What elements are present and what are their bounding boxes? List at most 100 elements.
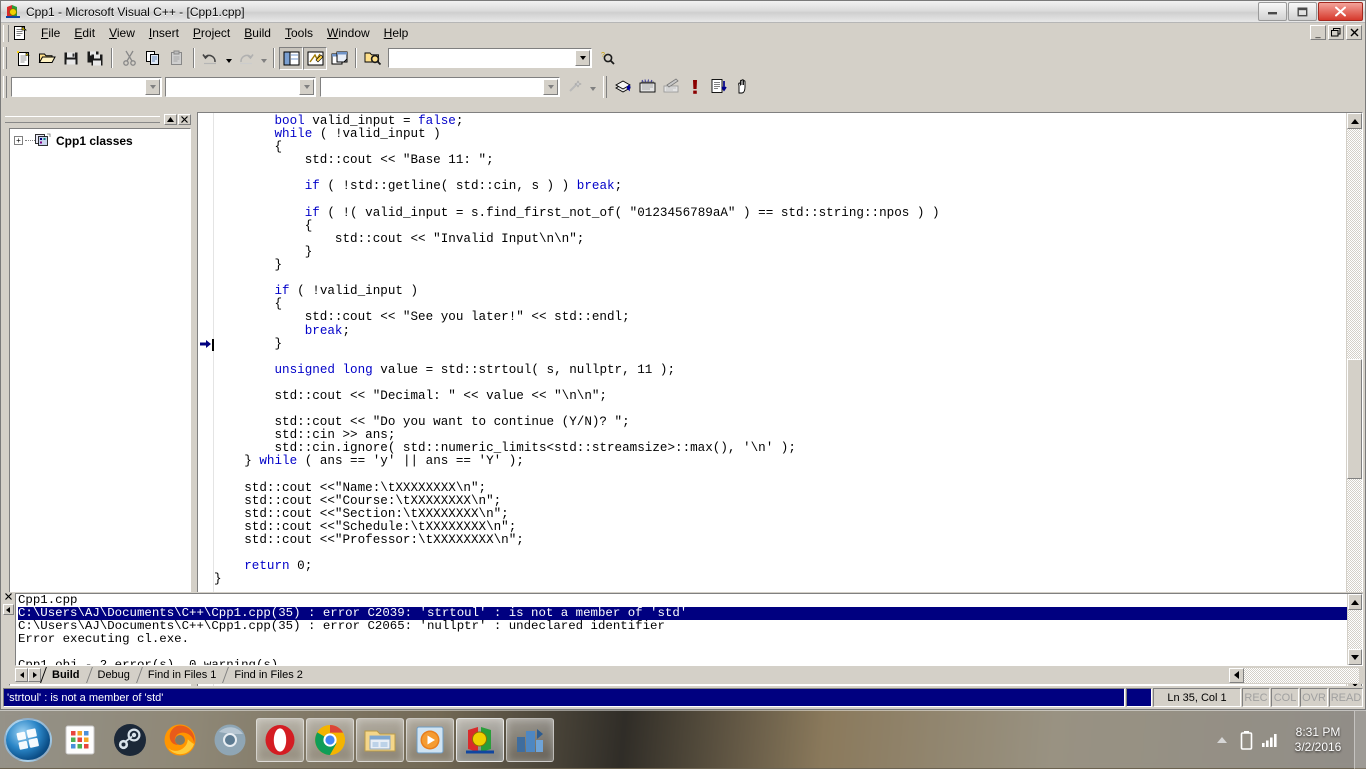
start-orb-icon[interactable]: [4, 718, 52, 762]
status-cursor-position: Ln 35, Col 1: [1153, 688, 1241, 707]
wizardbar-drag-grip[interactable]: [3, 76, 7, 98]
wizardbar-class-combo[interactable]: [11, 77, 162, 97]
undo-dropdown-arrow[interactable]: [223, 47, 234, 70]
show-desktop-button[interactable]: [1354, 711, 1366, 769]
standard-toolbar: ?: [1, 44, 1365, 73]
wizardbar-class-dropdown[interactable]: [145, 79, 160, 95]
workspace-icon[interactable]: [279, 47, 303, 70]
wizardbar-member-dropdown[interactable]: [543, 79, 558, 95]
redo-icon[interactable]: [234, 47, 258, 70]
signal-bars-icon[interactable]: [1258, 718, 1282, 762]
window-list-icon[interactable]: [327, 47, 351, 70]
redo-dropdown-arrow[interactable]: [258, 47, 269, 70]
output-line[interactable]: Cpp1.obj - 2 error(s), 0 warning(s): [18, 659, 1347, 665]
output-tab-prev-button[interactable]: [15, 668, 28, 682]
tree-node-cpp1-classes[interactable]: + Cpp1 classes: [10, 129, 190, 152]
output-tab-find-in-files-1[interactable]: Find in Files 1: [139, 667, 225, 683]
windows-explorer-icon[interactable]: [356, 718, 404, 762]
app-icon[interactable]: [506, 718, 554, 762]
menu-item-insert[interactable]: Insert: [142, 24, 186, 42]
build-output-text[interactable]: Cpp1.cppC:\Users\AJ\Documents\C++\Cpp1.c…: [16, 594, 1347, 665]
toolbar-drag-grip[interactable]: [3, 47, 7, 69]
taskbar-clock[interactable]: 8:31 PM 3/2/2016: [1282, 725, 1354, 755]
visual-cpp-icon[interactable]: [456, 718, 504, 762]
system-tray: 8:31 PM 3/2/2016: [1210, 711, 1366, 768]
find-combo[interactable]: [388, 48, 592, 68]
close-button[interactable]: [1318, 2, 1363, 21]
workspace-caption-bar: [5, 116, 160, 123]
build-toolbar-grip[interactable]: [603, 76, 607, 98]
menu-item-project[interactable]: Project: [186, 24, 237, 42]
windows-media-center-icon[interactable]: [56, 718, 104, 762]
battery-icon[interactable]: [1234, 718, 1258, 762]
close-icon[interactable]: [178, 114, 191, 125]
tree-expander-icon[interactable]: +: [14, 136, 23, 145]
wizardbar-filter-dropdown[interactable]: [299, 79, 314, 95]
menu-item-view[interactable]: View: [102, 24, 142, 42]
output-tab-debug[interactable]: Debug: [89, 667, 139, 683]
scroll-up-button[interactable]: [1347, 113, 1362, 129]
cut-icon[interactable]: [117, 47, 141, 70]
copy-icon[interactable]: [141, 47, 165, 70]
maximize-button[interactable]: [1288, 2, 1317, 21]
execute-program-icon[interactable]: [707, 75, 731, 98]
menu-item-help[interactable]: Help: [377, 24, 416, 42]
output-tab-next-button[interactable]: [28, 668, 41, 682]
save-all-icon[interactable]: [83, 47, 107, 70]
collapse-icon[interactable]: [164, 114, 177, 125]
chevron-up-icon[interactable]: [1210, 718, 1234, 762]
windows-media-player-icon[interactable]: [406, 718, 454, 762]
output-scroll-down-button[interactable]: [1348, 649, 1362, 665]
output-horizontal-scrollbar[interactable]: [1229, 668, 1359, 683]
stop-build-icon[interactable]: [683, 75, 707, 98]
output-close-icon[interactable]: [5, 593, 12, 602]
menu-item-tools[interactable]: Tools: [278, 24, 320, 42]
find-dropdown-button[interactable]: [575, 50, 590, 66]
menu-item-edit[interactable]: Edit: [67, 24, 102, 42]
output-line[interactable]: Error executing cl.exe.: [18, 633, 1347, 646]
output-tab-build[interactable]: Build: [43, 667, 89, 683]
rebuild-all-icon[interactable]: [659, 75, 683, 98]
find-help-icon[interactable]: ?: [596, 47, 620, 70]
output-text-wrap[interactable]: Cpp1.cppC:\Users\AJ\Documents\C++\Cpp1.c…: [15, 593, 1363, 666]
undo-icon[interactable]: [199, 47, 223, 70]
output-scroll-up-button[interactable]: [1348, 594, 1362, 610]
firefox-icon[interactable]: [156, 718, 204, 762]
output-tab-find2-label: Find in Files 2: [234, 669, 302, 681]
open-icon[interactable]: [35, 47, 59, 70]
build-icon[interactable]: [635, 75, 659, 98]
class-wizard-dropdown-arrow[interactable]: [587, 75, 598, 98]
output-horizontal-scroll-track[interactable]: [1244, 668, 1359, 683]
class-wizard-icon[interactable]: [563, 75, 587, 98]
new-text-file-icon[interactable]: [11, 47, 35, 70]
title-bar: Cpp1 - Microsoft Visual C++ - [Cpp1.cpp]: [1, 1, 1365, 23]
mdi-close-button[interactable]: [1346, 25, 1362, 40]
go-debug-icon[interactable]: [731, 75, 755, 98]
save-icon[interactable]: [59, 47, 83, 70]
minimize-button[interactable]: [1258, 2, 1287, 21]
output-vertical-scrollbar[interactable]: [1347, 594, 1362, 665]
mdi-restore-button[interactable]: [1328, 25, 1344, 40]
find-in-files-icon[interactable]: [361, 47, 385, 70]
wizardbar-member-combo[interactable]: [320, 77, 560, 97]
menu-item-file[interactable]: File: [34, 24, 67, 42]
menu-drag-grip[interactable]: [3, 25, 9, 42]
chromium-icon[interactable]: [206, 718, 254, 762]
output-tab-find-in-files-2[interactable]: Find in Files 2: [225, 667, 311, 683]
output-scroll-left-button[interactable]: [1229, 668, 1244, 683]
windows-taskbar: 8:31 PM 3/2/2016: [0, 710, 1366, 768]
menu-item-build[interactable]: Build: [237, 24, 278, 42]
wizardbar-filter-combo[interactable]: [165, 77, 316, 97]
opera-icon[interactable]: [256, 718, 304, 762]
compile-icon[interactable]: [611, 75, 635, 98]
vertical-scroll-thumb[interactable]: [1347, 359, 1362, 479]
steam-icon[interactable]: [106, 718, 154, 762]
output-vertical-scroll-track[interactable]: [1348, 610, 1362, 649]
google-chrome-icon[interactable]: [306, 718, 354, 762]
menu-item-window[interactable]: Window: [320, 24, 377, 42]
output-collapse-icon[interactable]: [3, 604, 14, 615]
paste-icon[interactable]: [165, 47, 189, 70]
output-line[interactable]: C:\Users\AJ\Documents\C++\Cpp1.cpp(35) :…: [18, 620, 1347, 633]
mdi-minimize-button[interactable]: _: [1310, 25, 1326, 40]
output-window-icon[interactable]: [303, 47, 327, 70]
